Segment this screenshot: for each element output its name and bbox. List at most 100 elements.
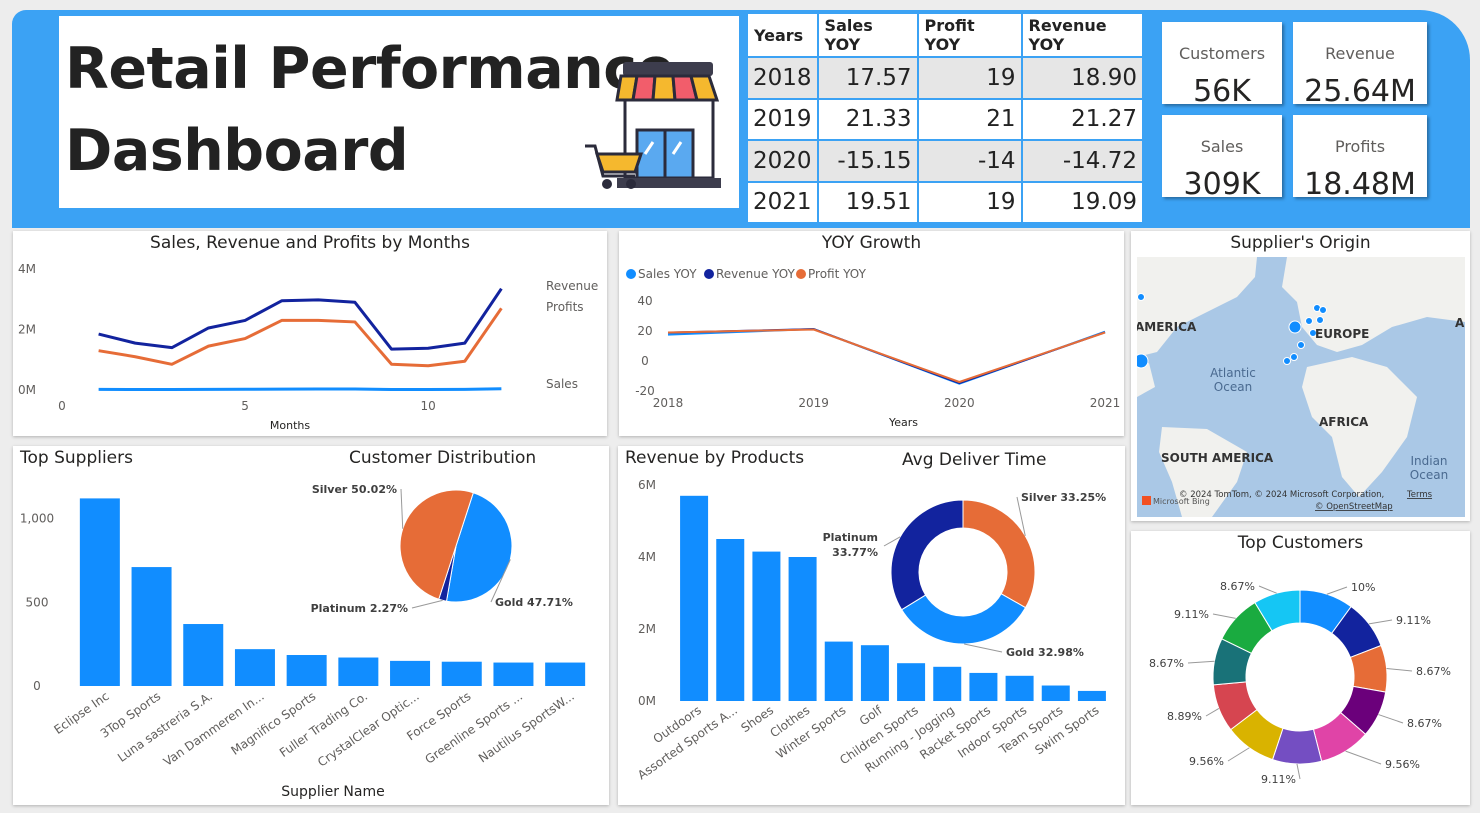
x-tick-label: 0: [58, 399, 66, 413]
bar: [680, 495, 709, 701]
map-bubble[interactable]: [1316, 316, 1324, 324]
y-tick-label: 6M: [638, 478, 656, 492]
callout-line: [1378, 714, 1404, 724]
supplier-map[interactable]: AMERICA EUROPE A Atlantic Ocean AFRICA S…: [1137, 257, 1465, 517]
data-label: 9.11%: [1174, 608, 1209, 621]
y-tick-label: 4M: [18, 262, 36, 276]
callout-line: [1212, 613, 1236, 619]
map-bubble[interactable]: [1288, 320, 1302, 334]
map-label: AFRICA: [1319, 415, 1369, 429]
kpi-card-profits[interactable]: Profits 18.48M: [1293, 115, 1427, 202]
top-customers-panel[interactable]: Top Customers 10% 9.11% 8.67% 8.67% 9.56% 9.1…: [1131, 531, 1470, 805]
x-tick-label: Nautilus SportsW...: [476, 689, 577, 766]
x-tick-label: Magnifico Sports: [228, 689, 318, 758]
bar: [933, 666, 962, 701]
bar: [79, 498, 120, 686]
legend-label: Profit YOY: [808, 267, 867, 281]
callout-line: [1368, 619, 1393, 625]
cell-profit: -14: [917, 139, 1023, 182]
y-tick-label: 0M: [18, 383, 36, 397]
series-end-label: Profits: [546, 300, 584, 314]
callout-line: [400, 488, 404, 529]
cell-year: 2018: [748, 56, 819, 99]
x-tick-label: 2018: [653, 396, 684, 410]
kpi-card-customers[interactable]: Customers 56K: [1162, 22, 1282, 109]
kpi-card-sales[interactable]: Sales 309K: [1162, 115, 1282, 202]
data-label: 8.67%: [1407, 717, 1442, 730]
map-label: AMERICA: [1137, 320, 1197, 334]
map-bubble[interactable]: [1283, 357, 1291, 365]
x-tick-label: 5: [241, 399, 249, 413]
data-label: 8.67%: [1416, 665, 1451, 678]
x-tick-label: 2021: [1090, 396, 1121, 410]
map-panel[interactable]: Supplier's Origin AMERICA EUROPE A Atlan…: [1131, 231, 1470, 521]
map-terms-link[interactable]: Terms: [1406, 490, 1433, 500]
map-bubble[interactable]: [1305, 317, 1313, 325]
products-panel[interactable]: Revenue by Products Avg Deliver Time 0M 2…: [618, 446, 1125, 805]
kpi-label: Profits: [1334, 137, 1386, 156]
kpi-label: Revenue: [1325, 44, 1395, 63]
kpi-label: Sales: [1200, 137, 1244, 156]
kpi-label: Customers: [1178, 44, 1266, 63]
suppliers-panel[interactable]: Top Suppliers Customer Distribution 0 500…: [13, 446, 609, 805]
callout-line: [1345, 750, 1382, 765]
monthly-chart: 0M 2M 4M 0 5 10 Months Revenue Profits Sales: [18, 262, 598, 432]
map-label: EUROPE: [1315, 327, 1369, 341]
kpi-value: 56K: [1193, 74, 1251, 109]
y-tick-label: 2M: [638, 622, 656, 636]
yoy-chart-panel[interactable]: YOY Growth -20 0 20 40 2018 2019 2020 2021 Years…: [619, 231, 1124, 436]
map-bubble[interactable]: [1290, 353, 1298, 361]
cell-year: 2019: [748, 97, 819, 140]
x-tick-label: Greenline Sports ...: [422, 689, 525, 767]
x-axis-title: Years: [888, 416, 918, 429]
map-osm-link[interactable]: © OpenStreetMap: [1315, 502, 1393, 512]
map-bubble[interactable]: [1137, 293, 1145, 301]
y-tick-label: 40: [637, 294, 652, 308]
data-label: Platinum: [823, 531, 878, 544]
cell-profit: 19: [917, 180, 1023, 222]
kpi-card-revenue[interactable]: Revenue 25.64M: [1293, 22, 1427, 109]
cell-revenue: -14.72: [1021, 139, 1142, 182]
bar: [286, 655, 327, 686]
bar: [234, 649, 275, 686]
data-label: 9.56%: [1189, 755, 1224, 768]
series-line-revenue: [98, 287, 503, 351]
suppliers-chart: 05001,000Eclipse Inc3Top SportsLuna sast…: [20, 483, 586, 800]
bar: [183, 624, 224, 686]
map-bubble[interactable]: [1319, 306, 1327, 314]
monthly-chart-panel[interactable]: Sales, Revenue and Profits by Months 0M 2…: [13, 231, 607, 436]
cell-profit: 21: [917, 97, 1023, 140]
map-bubble[interactable]: [1297, 341, 1305, 349]
y-tick-label: 0: [641, 354, 649, 368]
cell-revenue: 18.90: [1021, 56, 1142, 99]
bar: [131, 567, 172, 686]
title-box: Retail Performance Dashboard: [59, 16, 739, 208]
y-tick-label: 2M: [18, 323, 36, 337]
kpi-value: 18.48M: [1304, 167, 1416, 202]
cell-year: 2020: [748, 139, 819, 182]
bar: [969, 672, 998, 701]
bar: [752, 551, 781, 701]
data-label: Platinum 2.27%: [311, 602, 408, 615]
data-label: Silver 50.02%: [312, 483, 397, 496]
map-bubble[interactable]: [1137, 353, 1149, 369]
cell-sales: 17.57: [817, 56, 919, 99]
kpi-value: 309K: [1183, 167, 1261, 202]
callout-line: [964, 643, 1003, 653]
data-label: 8.67%: [1220, 580, 1255, 593]
series-line-sales: [98, 387, 502, 391]
cell-sales: -15.15: [817, 139, 919, 182]
callout-line: [411, 599, 443, 609]
data-label: 8.67%: [1149, 657, 1184, 670]
map-label: Indian: [1410, 454, 1447, 468]
yoy-table-header: Years Sales YOY Profit YOY Revenue YOY: [748, 14, 1142, 57]
bar: [1005, 675, 1034, 701]
legend-label: Sales YOY: [638, 267, 697, 281]
callout-line: [1386, 667, 1413, 672]
cell-sales: 19.51: [817, 180, 919, 222]
bar: [897, 663, 926, 701]
map-title: Supplier's Origin: [1230, 233, 1371, 253]
products-chart: 0M2M4M6MOutdoorsAssorted Sports A...Shoe…: [635, 478, 1106, 782]
col-profit-yoy: Profit YOY: [917, 14, 1023, 57]
bar: [493, 662, 534, 686]
